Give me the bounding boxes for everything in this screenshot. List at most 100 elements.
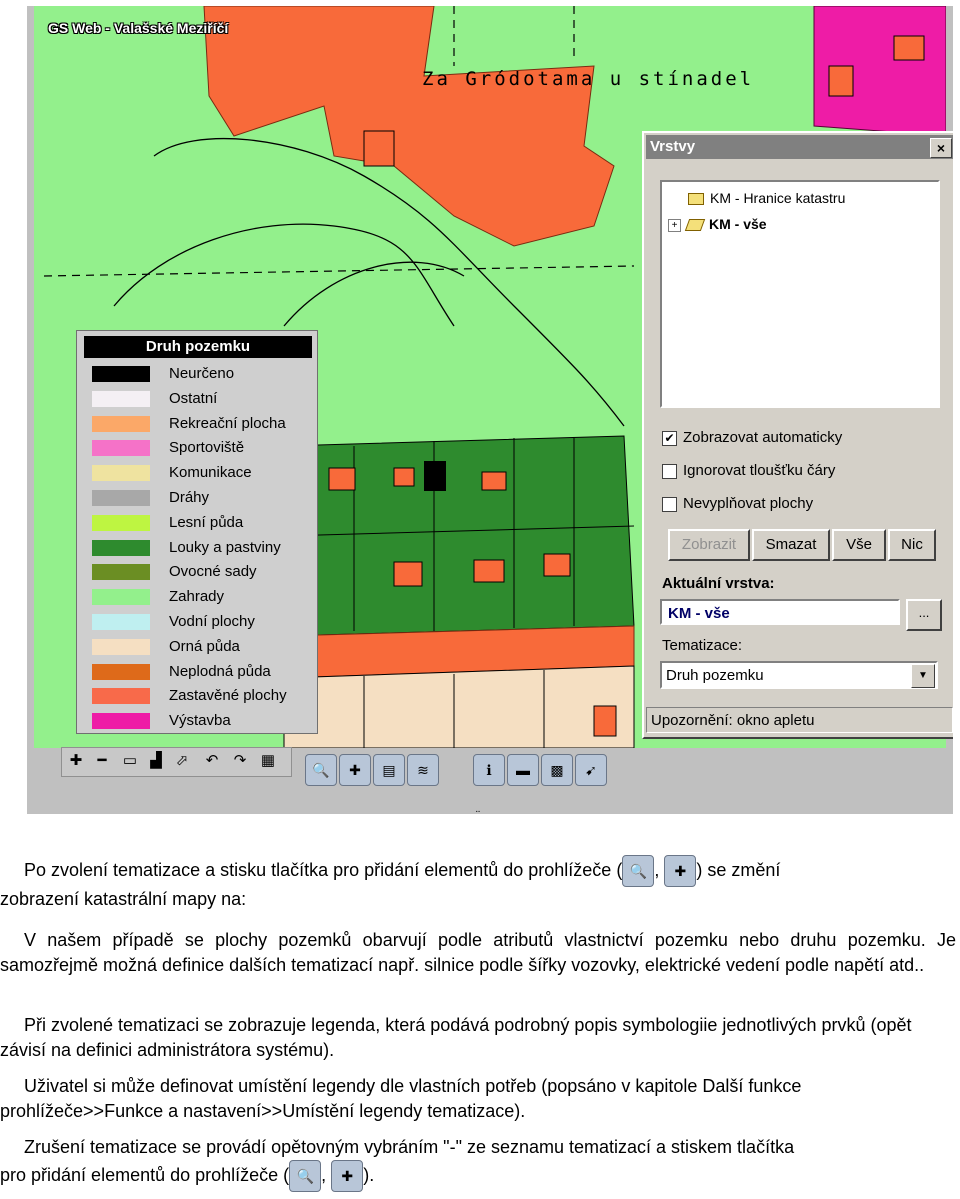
legend-label: Neplodná půda — [169, 662, 271, 680]
map-path-2 — [113, 223, 455, 327]
thematic-label: Tematizace: — [662, 637, 743, 654]
current-layer-field[interactable]: KM - vše — [660, 599, 900, 625]
checkbox-icon[interactable] — [662, 463, 677, 479]
delete-button[interactable]: Smazat — [752, 529, 830, 561]
marker-glyph: ¨ — [476, 808, 480, 822]
layers-stack-icon — [684, 219, 706, 232]
select-icon[interactable]: ⬀ — [172, 751, 192, 771]
thematic-select-value: Druh pozemku — [666, 667, 764, 684]
map-screenshot: GS Web - Valašské Meziříčí Za Gródotama … — [27, 6, 953, 814]
paragraph-1: Po zvolení tematizace a stisku tlačítka … — [0, 855, 956, 912]
add-elements-alt-icon: ✚ — [664, 855, 697, 887]
add-elements-icon: 🔍 — [289, 1160, 322, 1192]
p1-text-c: zobrazení katastrální mapy na: — [0, 889, 247, 909]
legend-swatch — [92, 688, 150, 705]
checkbox-label: Ignorovat tloušťku čáry — [683, 462, 836, 479]
add-elements-alt-icon: ✚ — [331, 1160, 364, 1192]
checkbox-ignore-line-width[interactable]: Ignorovat tloušťku čáry — [662, 462, 835, 482]
add-elements-icon[interactable]: 🔍 — [305, 754, 337, 786]
legend-label: Rekreační plocha — [169, 414, 286, 432]
show-button[interactable]: Zobrazit — [668, 529, 750, 561]
redo-icon[interactable]: ↷ — [230, 751, 250, 771]
select-area-icon[interactable]: ▩ — [541, 754, 573, 786]
close-button[interactable]: × — [930, 138, 952, 158]
p1-separator: , — [654, 859, 660, 880]
map-arable-area — [283, 665, 635, 748]
legend-label: Zastavěné plochy — [169, 687, 287, 705]
checkbox-auto-display[interactable]: ✔ Zobrazovat automaticky — [662, 429, 842, 449]
map-forest-parcels — [283, 435, 635, 637]
map-house — [543, 553, 571, 577]
tree-item-label: KM - vše — [709, 216, 767, 232]
p3-text: Při zvolené tematizaci se zobrazuje lege… — [0, 1015, 912, 1060]
p1-text-b: ) se změní — [696, 859, 781, 880]
zoom-out-icon[interactable]: ━ — [92, 751, 112, 771]
legend-label: Vodní plochy — [169, 613, 255, 630]
paragraph-5: Zrušení tematizace se provádí opětovným … — [0, 1135, 956, 1192]
zoom-in-icon[interactable]: ✚ — [66, 751, 86, 771]
legend-swatch — [92, 713, 150, 730]
legend-label: Výstavba — [169, 712, 231, 730]
layers-window: Vrstvy × KM - Hranice katastru + KM - vše… — [642, 131, 953, 739]
legend-swatch — [92, 490, 150, 506]
legend-label: Neurčeno — [169, 365, 235, 382]
folder-icon — [688, 193, 704, 206]
p2-text: V našem případě se plochy pozemků obarvu… — [0, 930, 956, 975]
status-bar: Upozornění: okno apletu — [646, 707, 953, 733]
map-house — [393, 561, 423, 587]
map-building-area — [203, 6, 615, 247]
map-house — [328, 467, 356, 491]
map-building-small — [363, 130, 395, 167]
tree-item-km-vse[interactable]: + KM - vše — [668, 216, 767, 232]
legend-swatch — [92, 440, 150, 457]
legend-swatch — [92, 366, 150, 382]
checkbox-no-fill[interactable]: Nevyplňovat plochy — [662, 495, 813, 515]
legend-swatch — [92, 663, 150, 680]
map-toolbar: ✚ ━ ▭ ▟ ⬀ ↶ ↷ ▦ — [61, 747, 292, 777]
add-elements-alt-icon[interactable]: ✚ — [339, 754, 371, 786]
map-house-black — [424, 461, 446, 491]
legend-swatch — [92, 514, 150, 531]
none-button[interactable]: Nic — [888, 529, 936, 561]
legend-label: Ovocné sady — [169, 563, 257, 581]
full-extent-icon[interactable]: ▭ — [120, 751, 140, 771]
p4-text: Uživatel si může definovat umístění lege… — [0, 1076, 802, 1121]
p5-text-c: ). — [363, 1164, 375, 1185]
pan-icon[interactable]: ▟ — [146, 751, 166, 771]
all-button[interactable]: Vše — [832, 529, 886, 561]
expand-icon[interactable]: + — [668, 218, 681, 232]
layers-window-titlebar[interactable]: Vrstvy × — [646, 135, 953, 159]
p5-text-a: Zrušení tematizace se provádí opětovným … — [24, 1137, 795, 1157]
layer-tree: KM - Hranice katastru + KM - vše — [660, 180, 940, 408]
paragraph-2: V našem případě se plochy pozemků obarvu… — [0, 928, 956, 978]
print-icon[interactable]: ▦ — [258, 751, 278, 771]
legend-swatch — [92, 589, 150, 606]
undo-icon[interactable]: ↶ — [202, 751, 222, 771]
legend-label: Zahrady — [169, 588, 225, 606]
legend-label: Ostatní — [169, 389, 218, 407]
measure-icon[interactable]: ▬ — [507, 754, 539, 786]
pointer-icon[interactable]: ➹ — [575, 754, 607, 786]
map-house — [393, 467, 415, 487]
browse-button[interactable]: ... — [906, 599, 942, 631]
document-icon[interactable]: ▤ — [373, 754, 405, 786]
tree-item-label: KM - Hranice katastru — [710, 190, 846, 206]
info-icon[interactable]: ℹ — [473, 754, 505, 786]
checkbox-label: Zobrazovat automaticky — [683, 429, 843, 446]
legend-swatch — [92, 638, 150, 655]
legend-label: Orná půda — [169, 637, 240, 655]
legend-title: Druh pozemku — [84, 336, 312, 358]
layers-icon[interactable]: ≋ — [407, 754, 439, 786]
chevron-down-icon[interactable]: ▼ — [911, 664, 935, 688]
legend-swatch — [92, 564, 150, 581]
checkbox-checked-icon[interactable]: ✔ — [662, 430, 677, 446]
legend-label: Louky a pastviny — [169, 538, 281, 556]
tree-item-hranice[interactable]: KM - Hranice katastru — [688, 190, 845, 206]
legend-label: Lesní půda — [169, 513, 244, 531]
legend-swatch — [92, 539, 150, 556]
thematic-select[interactable]: Druh pozemku ▼ — [660, 661, 938, 689]
map-house — [481, 471, 507, 491]
layers-window-title: Vrstvy — [650, 138, 696, 155]
legend-swatch — [92, 614, 150, 630]
checkbox-icon[interactable] — [662, 496, 677, 512]
